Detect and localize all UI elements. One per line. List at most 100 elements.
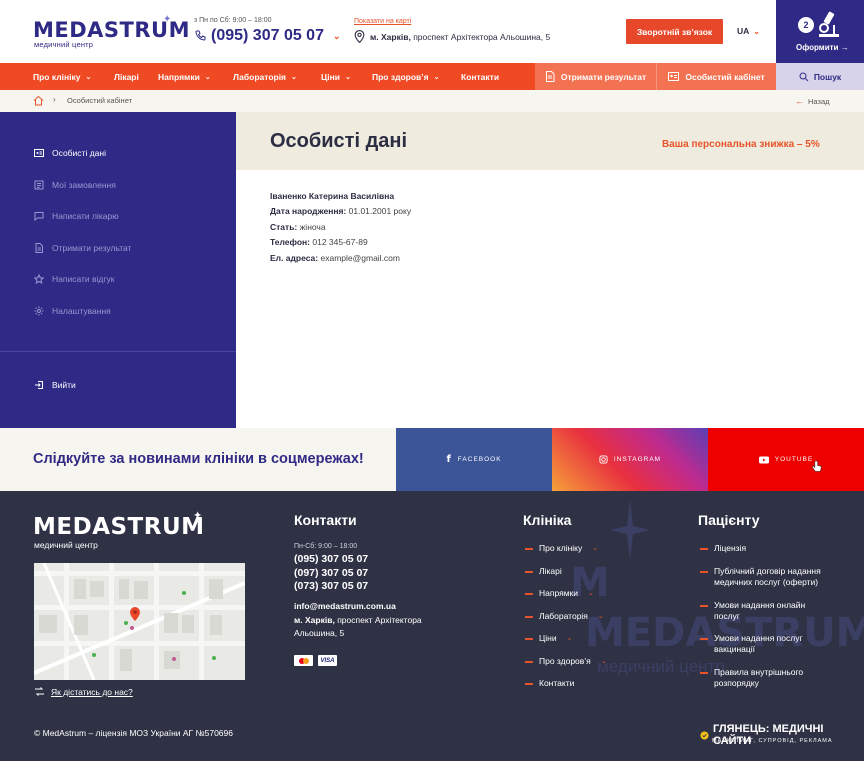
- footer-email[interactable]: info@medastrum.com.ua: [294, 600, 396, 613]
- footer-phone-2[interactable]: (097) 307 05 07: [294, 567, 368, 579]
- personal-field: Телефон: 012 345-67-89: [270, 237, 368, 247]
- nav-item[interactable]: Ціни ⌄: [321, 63, 351, 90]
- footer-contacts-heading: Контакти: [294, 512, 357, 528]
- breadcrumb-separator: ›: [53, 95, 56, 104]
- personal-field: Дата народження: 01.01.2001 року: [270, 206, 411, 216]
- logo-star-icon: ✦: [163, 14, 172, 25]
- address: м. Харків, проспект Архітектора Альошина…: [354, 30, 550, 43]
- footer-address: м. Харків, проспект Архітектора Альошина,…: [294, 615, 422, 638]
- footer-clinic-link[interactable]: Ціни ⌄: [525, 633, 573, 644]
- instagram-button[interactable]: INSTAGRAM: [552, 428, 708, 491]
- footer-clinic-link[interactable]: Лабораторія ⌄: [525, 611, 604, 622]
- search-icon: [799, 72, 809, 81]
- chevron-down-icon: ⌄: [204, 73, 211, 81]
- copyright: © MedAstrum – ліцензія МОЗ України АГ №5…: [34, 728, 233, 738]
- visa-icon: VISA: [318, 655, 337, 666]
- nav-item[interactable]: Лабораторія ⌄: [233, 63, 297, 90]
- facebook-button[interactable]: f FACEBOOK: [396, 428, 552, 491]
- hand-cursor-icon: [811, 460, 822, 472]
- callback-button[interactable]: Зворотній зв’язок: [626, 19, 723, 44]
- nav-item[interactable]: Про клініку ⌄: [33, 63, 91, 90]
- map-pin-icon: [354, 30, 365, 43]
- chevron-down-icon: ⌄: [332, 30, 341, 41]
- field-value: 01.01.2001 року: [348, 206, 412, 216]
- language-selector[interactable]: UA ⌄: [737, 26, 760, 36]
- footer-clinic-link[interactable]: Напрямки ⌄: [525, 588, 594, 599]
- sidebar-item[interactable]: Мої замовлення: [34, 180, 116, 190]
- directions-link[interactable]: Як дістатись до нас?: [34, 686, 133, 697]
- show-on-map-link[interactable]: Показати на карті: [354, 18, 411, 25]
- nav-item[interactable]: Про здоров’я ⌄: [372, 63, 439, 90]
- cart-count-badge: 2: [798, 17, 814, 33]
- search-button[interactable]: Пошук: [776, 63, 864, 90]
- phone-number: (095) 307 05 07: [211, 27, 324, 44]
- sidebar-item[interactable]: Налаштування: [34, 306, 111, 316]
- dash-bullet: [700, 605, 708, 607]
- footer-patient-link[interactable]: Публічний договір надання медичних послуг…: [700, 566, 821, 588]
- location-map[interactable]: [34, 563, 245, 680]
- field-label: Дата народження:: [270, 206, 347, 216]
- document-icon: [545, 71, 555, 82]
- dash-bullet: [700, 571, 708, 573]
- footer-patient-link[interactable]: Умови надання онлайн послуг: [700, 600, 805, 622]
- footer-clinic-link[interactable]: Про клініку ⌄: [525, 543, 598, 554]
- nav-item[interactable]: Лікарі: [114, 63, 139, 90]
- star-icon: [34, 274, 44, 284]
- sidebar-item[interactable]: Написати відгук: [34, 274, 114, 284]
- address-city: м. Харків,: [370, 31, 411, 42]
- youtube-button[interactable]: YOUTUBE: [708, 428, 864, 491]
- personal-cabinet-button[interactable]: Особистий кабінет: [656, 63, 776, 90]
- footer-logo[interactable]: MEDASTRUM: [33, 514, 205, 540]
- footer-patient-link[interactable]: Ліцензія: [700, 543, 746, 554]
- id-card-icon: [34, 149, 44, 157]
- back-link[interactable]: ← Назад: [795, 96, 830, 106]
- working-hours: з Пн по Сб: 9:00 – 18:00: [194, 17, 272, 24]
- footer-patient-link[interactable]: Умови надання послуг вакцинації: [700, 633, 803, 655]
- sidebar-item[interactable]: Написати лікарю: [34, 211, 119, 221]
- chevron-down-icon: ⌄: [433, 73, 440, 81]
- patient-name: Іваненко Катерина Василівна: [270, 191, 395, 201]
- sidebar-item[interactable]: Особисті дані: [34, 148, 106, 158]
- footer-clinic-link[interactable]: Про здоров’я ⌄: [525, 656, 607, 667]
- dash-bullet: [700, 638, 708, 640]
- chevron-down-icon: ⌄: [753, 27, 760, 36]
- get-result-button[interactable]: Отримати результат: [535, 63, 656, 90]
- id-card-icon: [668, 72, 680, 81]
- sidebar-item[interactable]: Отримати результат: [34, 242, 131, 253]
- developer-tagline: МАРКЕТИНГ, СУПРОВІД, РЕКЛАМА: [712, 738, 833, 744]
- field-value: жіноча: [299, 221, 326, 232]
- breadcrumb: › Особистий кабінет ← Назад: [0, 90, 864, 112]
- dash-bullet: [525, 593, 533, 595]
- chevron-down-icon: ⌄: [566, 635, 573, 642]
- field-label: Ел. адреса:: [270, 252, 319, 263]
- footer-hours: Пн-Сб: 9:00 – 18:00: [294, 543, 358, 550]
- phone-dropdown[interactable]: (095) 307 05 07 ⌄: [194, 27, 341, 45]
- field-value: 012 345-67-89: [312, 237, 368, 247]
- facebook-icon: f: [446, 454, 452, 465]
- nav-item[interactable]: Напрямки ⌄: [158, 63, 211, 90]
- footer-clinic-link[interactable]: Лікарі: [525, 566, 562, 577]
- youtube-icon: [758, 456, 769, 463]
- home-icon[interactable]: [33, 95, 44, 106]
- mastercard-icon: [294, 655, 313, 666]
- footer-phone-3[interactable]: (073) 307 05 07: [294, 580, 368, 592]
- dash-bullet: [700, 672, 708, 674]
- chevron-down-icon: ⌄: [597, 612, 604, 620]
- checkout-button[interactable]: 2 Оформити →: [776, 0, 864, 63]
- footer-phone-1[interactable]: (095) 307 05 07: [294, 553, 368, 565]
- chevron-down-icon: ⌄: [600, 657, 607, 665]
- dash-bullet: [525, 638, 533, 640]
- footer-clinic-link[interactable]: Контакти: [525, 678, 574, 689]
- document-icon: [35, 242, 43, 253]
- phone-icon: [195, 30, 206, 41]
- language-code: UA: [737, 26, 750, 36]
- logout-button[interactable]: Вийти: [34, 380, 76, 390]
- personal-field: Стать: жіноча: [270, 222, 326, 232]
- footer-patient-heading: Пацієнту: [698, 512, 760, 528]
- footer-bg-star-icon: [610, 500, 650, 560]
- developer-logo-icon: [700, 730, 709, 740]
- payment-cards: VISA: [294, 655, 337, 666]
- nav-item[interactable]: Контакти: [461, 63, 499, 90]
- field-value: example@gmail.com: [320, 252, 401, 263]
- footer-patient-link[interactable]: Правила внутрішнього розпорядку: [700, 667, 803, 689]
